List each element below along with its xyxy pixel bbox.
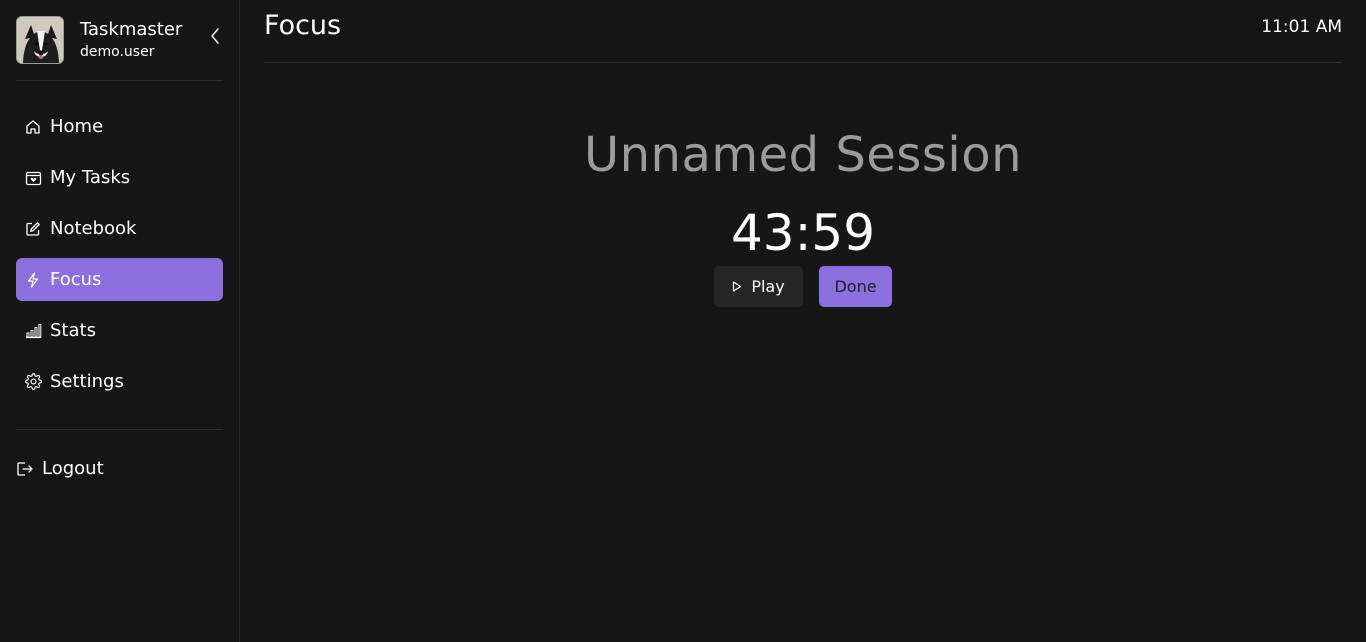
- bar-chart-icon: [24, 322, 42, 340]
- clock: 11:01 AM: [1261, 17, 1342, 37]
- home-icon: [24, 118, 42, 136]
- collapse-sidebar-button[interactable]: [207, 28, 223, 48]
- chevron-left-icon: [210, 28, 220, 48]
- sidebar-item-my-tasks[interactable]: My Tasks: [16, 156, 223, 199]
- main-content: Focus 11:01 AM Unnamed Session 43:59 Pla…: [240, 0, 1366, 642]
- timer-controls: Play Done: [264, 266, 1342, 307]
- play-label: Play: [751, 277, 785, 296]
- profile-header: Taskmaster demo.user: [16, 0, 223, 81]
- app-name: Taskmaster: [80, 19, 183, 40]
- calendar-icon: [24, 169, 42, 187]
- sidebar-item-label: My Tasks: [50, 167, 131, 188]
- username: demo.user: [80, 44, 155, 60]
- play-icon: [732, 277, 742, 296]
- sidebar-item-notebook[interactable]: Notebook: [16, 207, 223, 250]
- top-bar: Focus 11:01 AM: [264, 0, 1342, 63]
- page-title: Focus: [264, 10, 342, 41]
- sidebar-item-settings[interactable]: Settings: [16, 360, 223, 403]
- lightning-icon: [24, 271, 42, 289]
- play-button[interactable]: Play: [714, 266, 803, 307]
- timer-display: 43:59: [730, 204, 876, 262]
- sidebar-item-label: Home: [50, 116, 104, 137]
- avatar: [16, 16, 64, 64]
- sidebar: Taskmaster demo.user Home My Tasks Noteb…: [0, 0, 240, 642]
- logout-label: Logout: [42, 458, 104, 479]
- logout-button[interactable]: Logout: [16, 447, 223, 490]
- sidebar-item-label: Stats: [50, 320, 96, 341]
- session-name[interactable]: Unnamed Session: [264, 127, 1342, 183]
- gear-icon: [24, 373, 42, 391]
- sidebar-item-label: Focus: [50, 269, 102, 290]
- done-button[interactable]: Done: [819, 266, 892, 307]
- sidebar-item-home[interactable]: Home: [16, 105, 223, 148]
- sidebar-item-label: Notebook: [50, 218, 137, 239]
- app-root: Taskmaster demo.user Home My Tasks Noteb…: [0, 0, 1366, 642]
- sidebar-item-focus[interactable]: Focus: [16, 258, 223, 301]
- sidebar-nav: Home My Tasks Notebook Focus Stats Setti…: [16, 81, 223, 430]
- edit-icon: [24, 220, 42, 238]
- sidebar-item-label: Settings: [50, 371, 124, 392]
- logout-icon: [16, 460, 34, 478]
- sidebar-item-stats[interactable]: Stats: [16, 309, 223, 352]
- focus-session: Unnamed Session 43:59 Play Done: [264, 127, 1342, 307]
